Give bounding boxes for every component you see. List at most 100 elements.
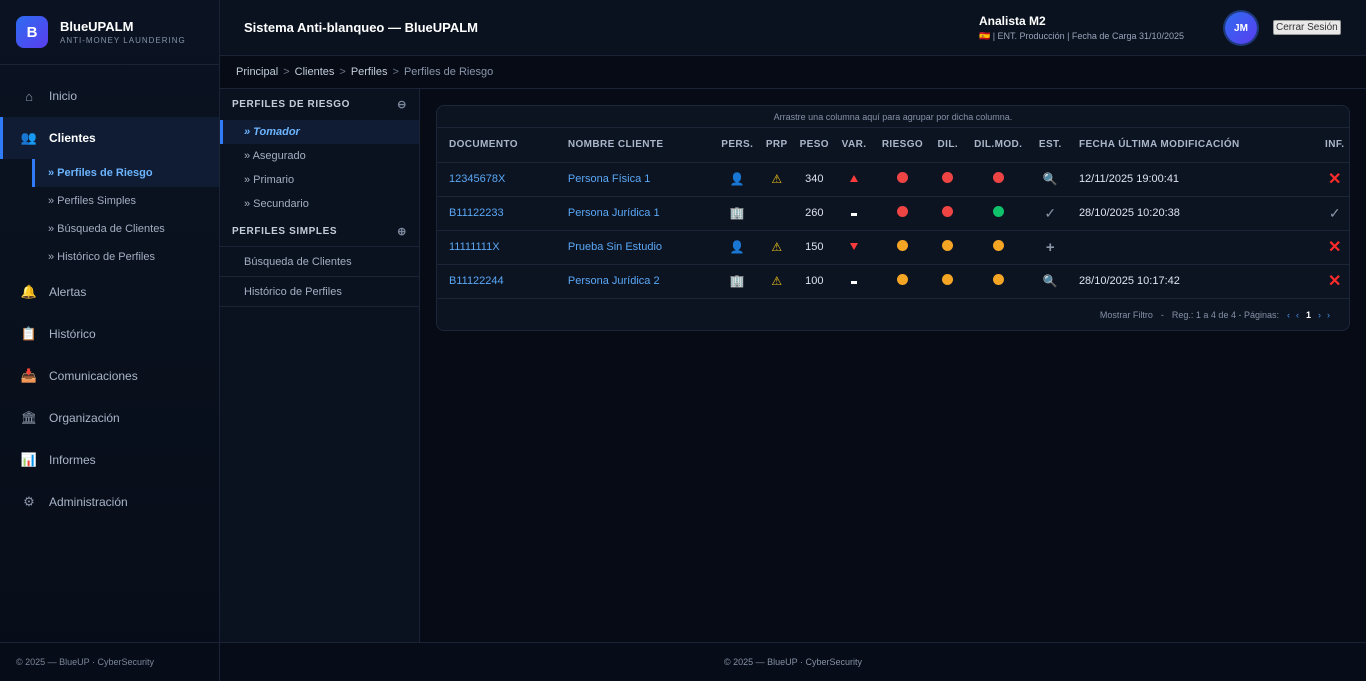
brand-subtitle: ANTI-MONEY LAUNDERING	[60, 36, 186, 45]
riesgo-cell	[872, 162, 933, 197]
table-row[interactable]: 11111111X Prueba Sin Estudio 👤 ⚠ 150 + ✕	[437, 230, 1349, 265]
dilmod-orange-dot	[992, 240, 1004, 251]
document-cell[interactable]: 12345678X	[437, 162, 556, 197]
avatar[interactable]: JM	[1225, 12, 1257, 44]
prp-cell: ⚠	[760, 230, 793, 265]
column-header[interactable]: PESO	[792, 128, 836, 163]
submenu-historico-perfiles[interactable]: » Histórico de Perfiles	[32, 243, 219, 271]
inf-cell: ✕	[1320, 230, 1349, 265]
client-name-cell[interactable]: Persona Jurídica 1	[555, 196, 714, 231]
submenu-perfiles-riesgo[interactable]: » Perfiles de Riesgo	[32, 159, 219, 187]
close-icon[interactable]: ✕	[1328, 239, 1341, 256]
trend-up-icon	[850, 175, 858, 182]
client-name-cell[interactable]: Persona Física 1	[555, 162, 714, 197]
profile-tomador[interactable]: » Tomador	[220, 120, 419, 144]
document-cell[interactable]: B11122233	[437, 196, 556, 231]
dil-cell	[932, 162, 963, 197]
column-header[interactable]: DOCUMENTO	[437, 128, 556, 163]
column-header[interactable]: DIL.MOD.	[962, 128, 1034, 163]
riesgo-cell	[872, 230, 933, 265]
document-cell[interactable]: B11122244	[437, 264, 556, 299]
sidebar-item-informes[interactable]: 📊 Informes	[0, 439, 219, 481]
var-cell	[835, 162, 873, 197]
column-header[interactable]: DIL.	[932, 128, 963, 163]
est-cell: 🔍	[1033, 264, 1067, 299]
client-name-cell[interactable]: Persona Jurídica 2	[555, 264, 714, 299]
last-page-icon[interactable]: ›	[1327, 310, 1330, 320]
peso-cell: 100	[792, 264, 836, 299]
dilmod-cell	[962, 162, 1034, 197]
var-cell	[835, 264, 873, 299]
sidebar-item-comunicaciones[interactable]: 📥 Comunicaciones	[0, 355, 219, 397]
column-header[interactable]: PERS.	[713, 128, 761, 163]
riesgo-orange-dot	[896, 240, 908, 251]
profiles-grid: Arrastre una columna aquí para agrupar p…	[436, 105, 1350, 331]
sidebar-item-label: Administración	[49, 495, 128, 509]
building-icon: 🏢	[729, 274, 745, 288]
dil-orange-dot	[942, 274, 954, 285]
sidebar-item-alertas[interactable]: 🔔 Alertas	[0, 271, 219, 313]
breadcrumb-perfiles[interactable]: Perfiles	[351, 66, 388, 78]
sidebar-item-clientes[interactable]: 👥 Clientes	[0, 117, 219, 159]
sidebar-item-historico[interactable]: 📋 Histórico	[0, 313, 219, 355]
table-row[interactable]: B11122244 Persona Jurídica 2 🏢 ⚠ 100 🔍 2…	[437, 264, 1349, 299]
perfiles-simples-header[interactable]: PERFILES SIMPLES ⊕	[220, 216, 419, 247]
check-icon: ✓	[1328, 204, 1341, 221]
profile-secundario[interactable]: » Secundario	[220, 192, 419, 216]
riesgo-orange-dot	[896, 274, 908, 285]
search-icon[interactable]: 🔍	[1043, 274, 1058, 288]
brand: B BlueUPALM ANTI-MONEY LAUNDERING	[0, 0, 219, 65]
breadcrumb-principal[interactable]: Principal	[236, 66, 278, 78]
collapse-icon[interactable]: ⊖	[397, 98, 407, 111]
prp-cell: ⚠	[760, 162, 793, 197]
table-row[interactable]: 12345678X Persona Física 1 👤 ⚠ 340 🔍 12/…	[437, 162, 1349, 197]
prp-cell	[760, 196, 793, 231]
expand-icon[interactable]: ⊕	[397, 225, 407, 238]
submenu-busqueda-clientes[interactable]: » Búsqueda de Clientes	[32, 215, 219, 243]
group-drop-zone[interactable]: Arrastre una columna aquí para agrupar p…	[437, 106, 1349, 128]
submenu-perfiles-simples[interactable]: » Perfiles Simples	[32, 187, 219, 215]
first-page-icon[interactable]: ‹	[1287, 310, 1290, 320]
close-icon[interactable]: ✕	[1328, 273, 1341, 290]
prev-page-icon[interactable]: ‹	[1296, 310, 1299, 320]
column-header[interactable]: VAR.	[835, 128, 873, 163]
column-header[interactable]: FECHA ÚLTIMA MODIFICACIÓN	[1066, 128, 1321, 163]
clientes-submenu: » Perfiles de Riesgo » Perfiles Simples …	[0, 159, 219, 271]
column-header[interactable]: NOMBRE CLIENTE	[555, 128, 714, 163]
client-name-cell[interactable]: Prueba Sin Estudio	[555, 230, 714, 265]
dilmod-cell	[962, 196, 1034, 231]
current-page[interactable]: 1	[1306, 310, 1311, 320]
profile-primario[interactable]: » Primario	[220, 168, 419, 192]
table-row[interactable]: B11122233 Persona Jurídica 1 🏢 260 ✓ 28/…	[437, 196, 1349, 231]
sidebar-item-label: Alertas	[49, 285, 87, 299]
est-cell: 🔍	[1033, 162, 1067, 197]
link-busqueda-clientes[interactable]: Búsqueda de Clientes	[220, 247, 419, 277]
clipboard-icon: 📋	[20, 326, 38, 341]
plus-icon[interactable]: +	[1046, 239, 1055, 256]
user-name: Analista M2	[979, 14, 1046, 28]
link-historico-perfiles[interactable]: Histórico de Perfiles	[220, 277, 419, 307]
logout-button[interactable]: Cerrar Sesión	[1273, 20, 1341, 35]
breadcrumb-clientes[interactable]: Clientes	[295, 66, 335, 78]
column-header[interactable]: EST.	[1033, 128, 1067, 163]
bank-icon: 🏛	[20, 410, 38, 425]
riesgo-cell	[872, 196, 933, 231]
sidebar-item-inicio[interactable]: ⌂ Inicio	[0, 75, 219, 117]
sidebar-item-organizacion[interactable]: 🏛 Organización	[0, 397, 219, 439]
trend-flat-icon	[851, 213, 857, 216]
breadcrumb-current: Perfiles de Riesgo	[403, 66, 494, 78]
profile-asegurado[interactable]: » Asegurado	[220, 144, 419, 168]
column-header[interactable]: PRP	[760, 128, 793, 163]
next-page-icon[interactable]: ›	[1318, 310, 1321, 320]
search-icon[interactable]: 🔍	[1043, 172, 1058, 186]
perfiles-riesgo-header[interactable]: PERFILES DE RIESGO ⊖	[220, 89, 419, 120]
column-header[interactable]: INF.	[1320, 128, 1349, 163]
sidebar-item-administracion[interactable]: ⚙ Administración	[0, 481, 219, 523]
user-details: 🇪🇸 | ENT. Producción | Fecha de Carga 31…	[979, 31, 1184, 41]
close-icon[interactable]: ✕	[1328, 171, 1341, 188]
show-filter-link[interactable]: Mostrar Filtro	[1100, 310, 1153, 320]
column-header[interactable]: RIESGO	[872, 128, 933, 163]
grid-footer: Mostrar Filtro - Reg.: 1 a 4 de 4 - Pági…	[1099, 309, 1330, 320]
document-cell[interactable]: 11111111X	[437, 230, 556, 265]
brand-name: BlueUPALM	[60, 19, 134, 34]
